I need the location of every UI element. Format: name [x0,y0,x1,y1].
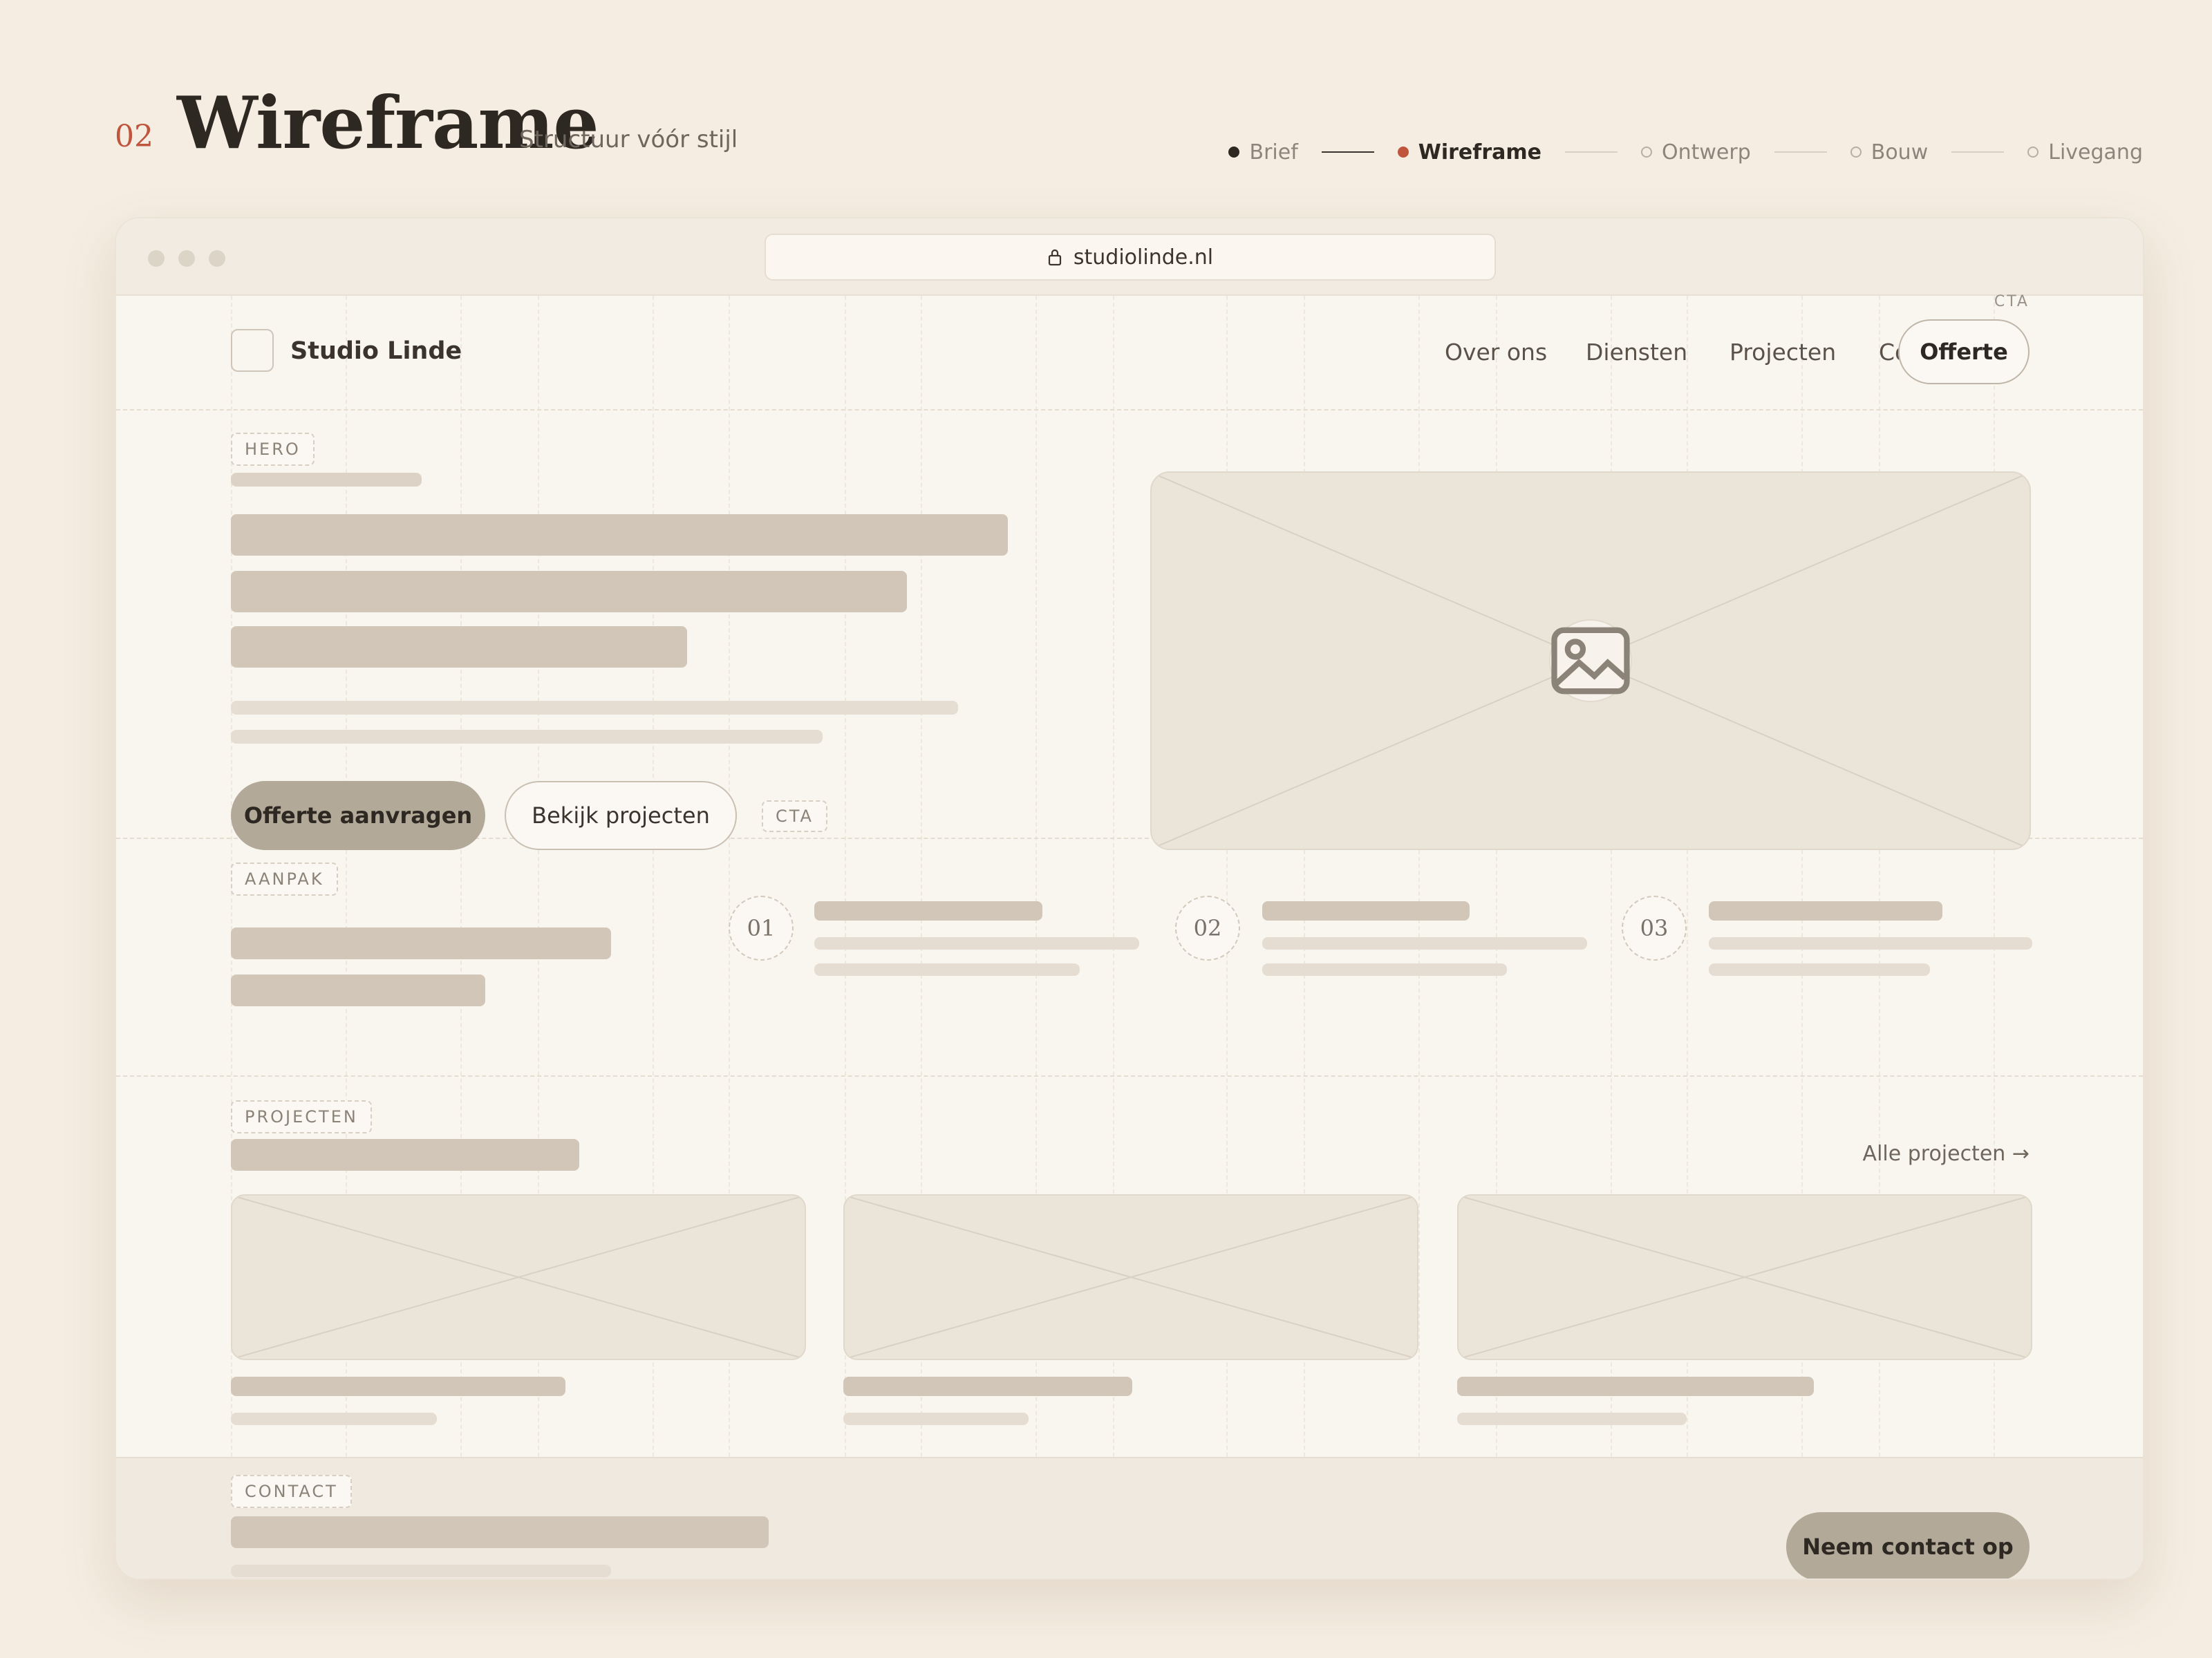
body-text-placeholder [231,730,823,744]
hero-image-placeholder [1150,471,2031,850]
progress-connector [1951,151,2005,153]
step-title-placeholder [1709,901,1942,921]
progress-steps: Brief Wireframe Ontwerp Bouw Livegang [1228,138,2143,166]
logo-placeholder[interactable] [231,329,274,372]
site-navbar: Studio Linde Over ons Diensten Projecten… [116,293,2143,408]
progress-connector [1774,151,1827,153]
project-card-image-placeholder[interactable] [843,1194,1418,1360]
body-text-placeholder [231,701,958,715]
nav-link-projecten[interactable]: Projecten [1730,339,1836,366]
grid-line [653,296,654,1579]
hero-tag: HERO [231,433,315,466]
aanpak-heading-placeholder [231,927,611,959]
step-text-placeholder [1262,937,1587,950]
project-card-image-placeholder[interactable] [231,1194,806,1360]
project-meta-placeholder [231,1413,437,1425]
step-dot-icon [1640,147,1652,158]
step-label: Brief [1249,140,1298,164]
url-text: studiolinde.nl [1073,245,1214,270]
contact-tag: CONTACT [231,1475,352,1508]
offerte-aanvragen-button[interactable]: Offerte aanvragen [231,781,485,850]
step-label: Ontwerp [1661,140,1751,164]
contact-text-placeholder [231,1565,611,1577]
step-title-placeholder [1262,901,1470,921]
alle-projecten-link[interactable]: Alle projecten → [1863,1142,2030,1166]
browser-chrome: studiolinde.nl [116,218,2143,296]
brand-name[interactable]: Studio Linde [290,337,462,365]
aanpak-tag: AANPAK [231,863,338,896]
projecten-heading-placeholder [231,1139,579,1171]
cta-annotation: CTA [1994,293,2030,310]
step-text-placeholder [1709,937,2032,950]
address-bar[interactable]: studiolinde.nl [765,234,1496,281]
step-dot-icon [1850,147,1862,158]
section-header: 02 Wireframe Structuur vóór stijl Brief … [115,80,2143,180]
image-icon [1549,619,1632,702]
step-number-badge: 01 [729,896,794,961]
progress-step-wireframe: Wireframe [1397,140,1541,164]
step-label: Livegang [2048,140,2143,164]
step-dot-icon [1228,147,1240,158]
step-label: Wireframe [1418,140,1541,164]
window-close-icon[interactable] [148,250,165,267]
wireframe-page: Studio Linde Over ons Diensten Projecten… [116,293,2143,1579]
neem-contact-op-button[interactable]: Neem contact op [1786,1512,2030,1579]
lock-icon [1048,249,1061,266]
nav-link-over-ons[interactable]: Over ons [1445,339,1547,366]
progress-step-livegang: Livegang [2027,140,2143,164]
project-title-placeholder [1457,1377,1814,1396]
progress-step-brief: Brief [1228,140,1298,164]
headline-placeholder [231,571,907,612]
offerte-button[interactable]: Offerte [1898,319,2030,384]
page-subtitle: Structuur vóór stijl [519,126,738,153]
project-card-image-placeholder[interactable] [1457,1194,2032,1360]
progress-step-ontwerp: Ontwerp [1640,140,1751,164]
step-text-placeholder [814,937,1139,950]
project-meta-placeholder [1457,1413,1687,1425]
step-dot-icon [2027,147,2039,158]
project-title-placeholder [231,1377,565,1396]
nav-link-diensten[interactable]: Diensten [1586,339,1687,366]
headline-placeholder [231,626,687,668]
eyebrow-placeholder [231,473,422,487]
project-title-placeholder [843,1377,1132,1396]
project-meta-placeholder [843,1413,1029,1425]
projecten-tag: PROJECTEN [231,1100,372,1133]
step-text-placeholder [1709,963,1930,976]
step-dot-icon [1397,147,1409,158]
aanpak-heading-placeholder [231,974,485,1006]
headline-placeholder [231,514,1008,556]
bekijk-projecten-button[interactable]: Bekijk projecten [505,781,737,850]
window-maximize-icon[interactable] [209,250,225,267]
step-number-badge: 02 [1175,896,1240,961]
step-number-badge: 03 [1622,896,1687,961]
step-title-placeholder [814,901,1042,921]
step-label: Bouw [1871,140,1929,164]
window-minimize-icon[interactable] [178,250,195,267]
progress-connector [1321,151,1374,153]
step-number: 02 [115,119,153,154]
contact-heading-placeholder [231,1516,769,1548]
section-divider [116,1075,2143,1077]
step-text-placeholder [1262,963,1507,976]
progress-connector [1564,151,1618,153]
browser-window: studiolinde.nl Studio Linde Over ons Die… [115,217,2144,1580]
section-divider [116,409,2143,411]
progress-step-bouw: Bouw [1850,140,1929,164]
cta-tag: CTA [762,800,827,832]
contact-section: CONTACT Neem contact op [116,1457,2143,1579]
step-text-placeholder [814,963,1080,976]
